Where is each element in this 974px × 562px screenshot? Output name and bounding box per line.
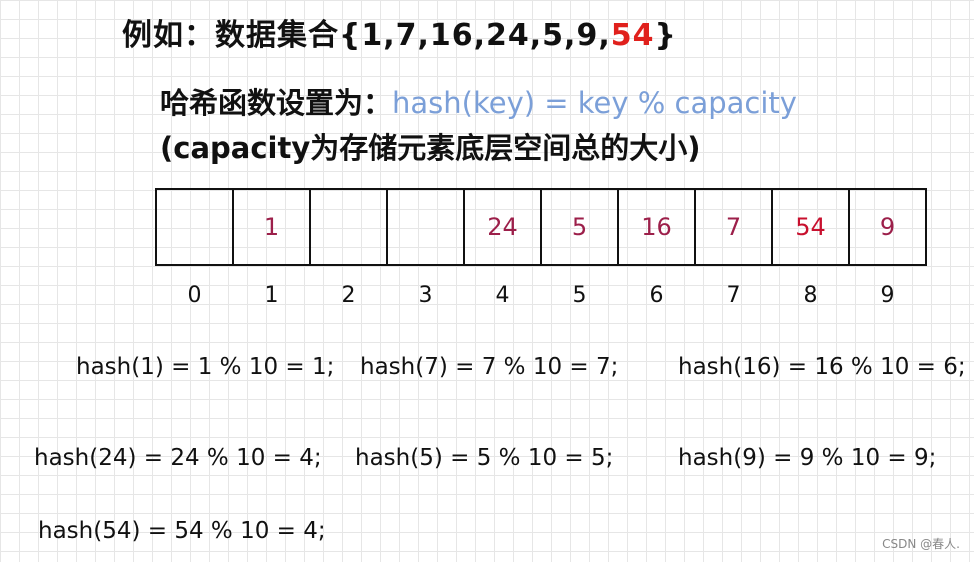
index-label-3: 3 (418, 283, 433, 308)
index-label-1: 1 (264, 283, 279, 308)
equation-hash-24: hash(24) = 24 % 10 = 4; (34, 445, 322, 471)
index-label-5: 5 (572, 283, 587, 308)
hash-function-label: 哈希函数设置为： (160, 86, 393, 120)
array-cell-1: 1 (232, 188, 311, 266)
equation-hash-1: hash(1) = 1 % 10 = 1; (76, 354, 335, 380)
title-line: 例如：数据集合{1,7,16,24,5,9,54} (122, 10, 677, 54)
title-prefix: 例如：数据集合{1,7,16,24,5,9, (122, 18, 611, 53)
hash-formula: hash(key) = key % capacity (392, 86, 797, 120)
index-label-9: 9 (880, 283, 895, 308)
title-suffix: } (654, 18, 677, 53)
capacity-note: (capacity为存储元素底层空间总的大小) (160, 131, 701, 165)
equation-hash-54: hash(54) = 54 % 10 = 4; (38, 518, 326, 544)
array-cell-9: 9 (848, 188, 927, 266)
index-label-2: 2 (341, 283, 356, 308)
array-cell-7: 7 (694, 188, 773, 266)
hash-array: 1 24 5 16 7 54 9 (155, 188, 927, 266)
array-cell-4: 24 (463, 188, 542, 266)
title-highlight: 54 (610, 18, 655, 53)
array-indices: 0 1 2 3 4 5 6 7 8 9 (155, 283, 927, 308)
array-cell-5: 5 (540, 188, 619, 266)
equation-hash-7: hash(7) = 7 % 10 = 7; (360, 354, 619, 380)
index-label-6: 6 (649, 283, 664, 308)
array-cell-8: 54 (771, 188, 850, 266)
index-label-8: 8 (803, 283, 818, 308)
array-cell-3 (386, 188, 465, 266)
index-label-0: 0 (187, 283, 202, 308)
equation-hash-9: hash(9) = 9 % 10 = 9; (678, 445, 937, 471)
equation-hash-16: hash(16) = 16 % 10 = 6; (678, 354, 966, 380)
index-label-4: 4 (495, 283, 510, 308)
index-label-7: 7 (726, 283, 741, 308)
watermark: CSDN @春人. (882, 537, 960, 551)
array-cell-0 (155, 188, 234, 266)
equation-hash-5: hash(5) = 5 % 10 = 5; (355, 445, 614, 471)
array-cell-6: 16 (617, 188, 696, 266)
hash-function-line: 哈希函数设置为：hash(key) = key % capacity (160, 80, 797, 122)
array-cell-2 (309, 188, 388, 266)
